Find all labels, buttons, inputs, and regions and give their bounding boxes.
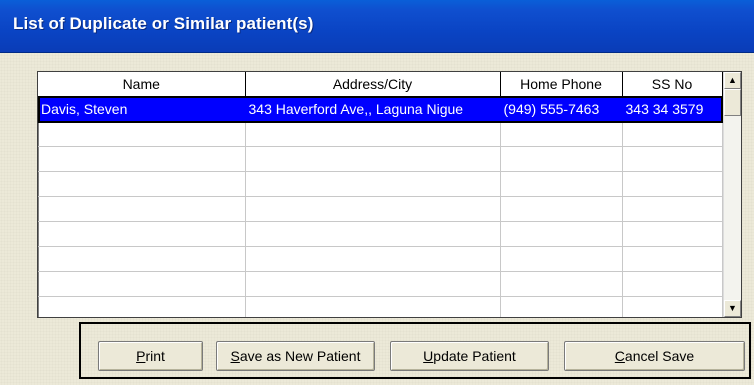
save-new-label: ave as New Patient	[239, 348, 361, 364]
cancel-label: ancel Save	[624, 348, 695, 364]
empty-cell	[38, 171, 246, 197]
update-patient-button[interactable]: Update Patient	[390, 341, 549, 371]
patient-list[interactable]: Name Address/City Home Phone SS No Davis…	[37, 71, 742, 318]
empty-cell	[622, 246, 723, 272]
empty-cell	[500, 271, 623, 297]
cell-name: Davis, Steven	[38, 96, 246, 122]
column-header-address[interactable]: Address/City	[245, 72, 501, 97]
empty-cell	[38, 296, 246, 317]
arrow-down-icon: ▼	[728, 303, 737, 313]
empty-table-row[interactable]	[38, 196, 723, 222]
empty-cell	[245, 196, 501, 222]
scrollbar-thumb[interactable]	[724, 89, 741, 116]
column-header-ss-no[interactable]: SS No	[622, 72, 723, 97]
empty-cell	[245, 146, 501, 172]
empty-cell	[500, 196, 623, 222]
empty-cell	[38, 196, 246, 222]
column-header-name[interactable]: Name	[38, 72, 246, 97]
vertical-scrollbar[interactable]: ▲ ▼	[723, 72, 741, 317]
print-label: rint	[145, 348, 165, 364]
empty-cell	[622, 196, 723, 222]
patient-table: Name Address/City Home Phone SS No Davis…	[38, 72, 723, 317]
empty-cell	[622, 146, 723, 172]
empty-cell	[245, 171, 501, 197]
title-bar[interactable]: List of Duplicate or Similar patient(s)	[0, 0, 754, 53]
cell-ss-no: 343 34 3579	[622, 96, 723, 122]
empty-table-row[interactable]	[38, 121, 723, 147]
empty-table-row[interactable]	[38, 221, 723, 247]
cell-address: 343 Haverford Ave,, Laguna Nigue	[245, 96, 501, 122]
empty-cell	[245, 271, 501, 297]
table-header-row: Name Address/City Home Phone SS No	[38, 72, 723, 97]
column-header-home-phone[interactable]: Home Phone	[500, 72, 623, 97]
empty-cell	[500, 296, 623, 317]
empty-cell	[500, 121, 623, 147]
empty-cell	[622, 221, 723, 247]
empty-cell	[622, 271, 723, 297]
empty-cell	[245, 121, 501, 147]
empty-cell	[245, 296, 501, 317]
print-button[interactable]: Print	[98, 341, 203, 371]
empty-cell	[245, 246, 501, 272]
print-mnemonic: P	[136, 348, 146, 364]
empty-cell	[38, 246, 246, 272]
empty-cell	[500, 171, 623, 197]
update-label: pdate Patient	[433, 348, 516, 364]
empty-table-row[interactable]	[38, 271, 723, 297]
cell-home-phone: (949) 555-7463	[500, 96, 623, 122]
cancel-save-button[interactable]: Cancel Save	[564, 341, 745, 371]
scroll-up-button[interactable]: ▲	[724, 72, 741, 89]
empty-cell	[622, 296, 723, 317]
duplicate-patients-dialog: List of Duplicate or Similar patient(s) …	[0, 0, 754, 385]
cancel-mnemonic: C	[614, 348, 625, 364]
save-as-new-patient-button[interactable]: Save as New Patient	[216, 341, 375, 371]
empty-cell	[245, 221, 501, 247]
scroll-down-button[interactable]: ▼	[724, 300, 741, 317]
empty-table-row[interactable]	[38, 146, 723, 172]
empty-table-row[interactable]	[38, 296, 723, 317]
empty-cell	[38, 121, 246, 147]
empty-table-row[interactable]	[38, 246, 723, 272]
save-new-mnemonic: S	[230, 348, 240, 364]
update-mnemonic: U	[423, 348, 434, 364]
empty-cell	[622, 171, 723, 197]
table-row[interactable]: Davis, Steven 343 Haverford Ave,, Laguna…	[38, 96, 723, 122]
dialog-title: List of Duplicate or Similar patient(s)	[13, 14, 314, 33]
empty-cell	[500, 221, 623, 247]
arrow-up-icon: ▲	[728, 75, 737, 85]
empty-cell	[500, 246, 623, 272]
empty-cell	[38, 221, 246, 247]
empty-cell	[38, 271, 246, 297]
empty-table-row[interactable]	[38, 171, 723, 197]
empty-cell	[622, 121, 723, 147]
empty-cell	[38, 146, 246, 172]
empty-cell	[500, 146, 623, 172]
